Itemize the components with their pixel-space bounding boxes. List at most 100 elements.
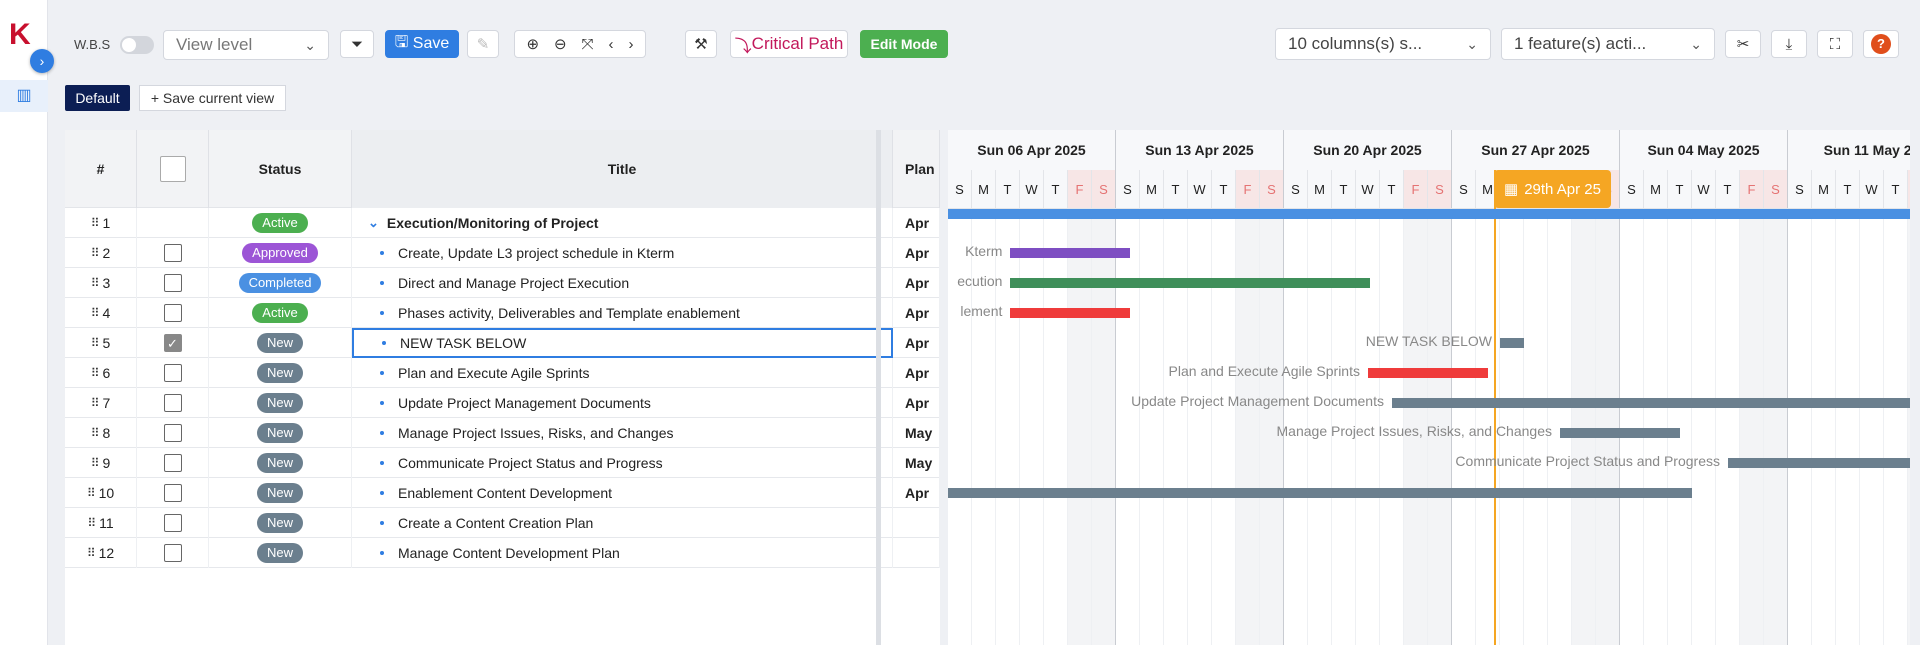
row-checkbox[interactable] [163, 274, 182, 292]
row-checkbox[interactable]: ✓ [163, 334, 182, 352]
header-plan[interactable]: Plan [893, 130, 940, 208]
table-row[interactable]: ⠿ 2 Approved Create, Update L3 project sche… [65, 238, 940, 268]
auto-schedule-button[interactable]: ⚒ [685, 30, 717, 58]
gantt-bar[interactable] [1392, 398, 1910, 408]
select-all-checkbox[interactable] [159, 156, 186, 182]
gantt-bar[interactable] [1010, 248, 1131, 258]
today-marker[interactable]: ▦ 29th Apr 25 [1494, 170, 1611, 208]
gantt-bar[interactable] [1728, 458, 1910, 468]
plan-cell[interactable]: May [893, 418, 940, 448]
drag-handle-icon[interactable]: ⠿ [91, 246, 100, 260]
plan-cell[interactable]: Apr [893, 298, 940, 328]
edit-mode-button[interactable]: Edit Mode [860, 30, 948, 58]
plan-cell[interactable]: Apr [893, 268, 940, 298]
title-cell[interactable]: Direct and Manage Project Execution [352, 268, 893, 298]
header-status[interactable]: Status [209, 130, 352, 208]
edit-button[interactable]: ✎ [467, 30, 499, 58]
gantt-bar[interactable] [1368, 368, 1488, 378]
title-cell[interactable]: Enablement Content Development [352, 478, 893, 508]
help-button[interactable]: ? [1863, 30, 1899, 58]
row-checkbox[interactable] [163, 454, 182, 472]
board-nav-icon[interactable]: ▥ [0, 80, 48, 112]
header-num[interactable]: # [65, 130, 137, 208]
features-select[interactable]: 1 feature(s) acti... ⌄ [1501, 28, 1715, 60]
gantt-bar[interactable] [948, 488, 1692, 498]
title-cell[interactable]: Communicate Project Status and Progress [352, 448, 893, 478]
chevron-down-icon[interactable]: ⌄ [368, 215, 379, 231]
row-checkbox[interactable] [163, 244, 182, 262]
status-badge[interactable]: Active [252, 213, 308, 233]
drag-handle-icon[interactable]: ⠿ [91, 366, 100, 380]
gantt-bar[interactable] [1500, 338, 1524, 348]
title-cell[interactable]: Create, Update L3 project schedule in Kt… [352, 238, 893, 268]
splitter-handle[interactable] [876, 130, 881, 645]
status-badge[interactable]: New [256, 453, 303, 473]
chevron-left-icon[interactable]: ‹ [609, 36, 614, 53]
status-badge[interactable]: New [256, 363, 303, 383]
drag-handle-icon[interactable]: ⠿ [91, 336, 100, 350]
drag-handle-icon[interactable]: ⠿ [91, 276, 100, 290]
table-row[interactable]: ⠿ 10 New Enablement Content Development Apr [65, 478, 940, 508]
status-badge[interactable]: Completed [238, 273, 322, 293]
plan-cell[interactable] [893, 508, 940, 538]
table-row[interactable]: ⠿ 7 New Update Project Management Documents… [65, 388, 940, 418]
title-cell[interactable]: NEW TASK BELOW [352, 328, 893, 358]
critical-path-button[interactable]: ⤵ Critical Path [730, 30, 848, 58]
plan-cell[interactable]: Apr [893, 388, 940, 418]
table-row[interactable]: ⠿ 4 Active Phases activity, Deliverables an… [65, 298, 940, 328]
filter-button[interactable]: ⏷ [340, 30, 374, 58]
row-checkbox[interactable] [163, 484, 182, 502]
save-button[interactable]: 🖫 Save [385, 30, 459, 58]
zoom-in-icon[interactable]: ⊕ [526, 35, 539, 53]
status-badge[interactable]: New [256, 483, 303, 503]
expand-sidebar-button[interactable]: › [30, 49, 54, 73]
plan-cell[interactable] [893, 538, 940, 568]
row-checkbox[interactable] [163, 514, 182, 532]
table-row[interactable]: ⠿ 1 Active ⌄ Execution/Monitoring of Project… [65, 208, 940, 238]
table-row[interactable]: ⠿ 3 Completed Direct and Manage Project Exe… [65, 268, 940, 298]
table-row[interactable]: ⠿ 6 New Plan and Execute Agile Sprints Apr [65, 358, 940, 388]
title-cell[interactable]: ⌄ Execution/Monitoring of Project [352, 208, 893, 238]
wbs-toggle[interactable] [120, 36, 154, 54]
plan-cell[interactable]: Apr [893, 328, 940, 358]
drag-handle-icon[interactable]: ⠿ [87, 516, 96, 530]
status-badge[interactable]: New [256, 543, 303, 563]
view-level-select[interactable]: View level ⌄ [163, 30, 329, 60]
table-row[interactable]: ⠿ 5 ✓ New NEW TASK BELOW Apr [65, 328, 940, 358]
drag-handle-icon[interactable]: ⠿ [91, 306, 100, 320]
plan-cell[interactable]: Apr [893, 358, 940, 388]
status-badge[interactable]: New [256, 333, 303, 353]
title-cell[interactable]: Create a Content Creation Plan [352, 508, 893, 538]
gantt-bar[interactable] [948, 209, 1910, 219]
row-checkbox[interactable] [163, 544, 182, 562]
table-row[interactable]: ⠿ 9 New Communicate Project Status and Prog… [65, 448, 940, 478]
plan-cell[interactable]: Apr [893, 238, 940, 268]
cut-button[interactable]: ✂ [1725, 30, 1761, 58]
save-current-view-button[interactable]: + Save current view [139, 85, 286, 111]
download-button[interactable]: ⤓ [1771, 30, 1807, 58]
title-cell[interactable]: Plan and Execute Agile Sprints [352, 358, 893, 388]
row-checkbox[interactable] [163, 424, 182, 442]
title-cell[interactable]: Update Project Management Documents [352, 388, 893, 418]
fullscreen-button[interactable]: ⛶ [1817, 30, 1853, 58]
status-badge[interactable]: New [256, 423, 303, 443]
status-badge[interactable]: New [256, 393, 303, 413]
drag-handle-icon[interactable]: ⠿ [87, 546, 96, 560]
chevron-right-icon[interactable]: › [628, 36, 633, 53]
status-badge[interactable]: New [256, 513, 303, 533]
gantt-bar[interactable] [1010, 278, 1371, 288]
zoom-out-icon[interactable]: ⊖ [554, 35, 567, 53]
title-cell[interactable]: Manage Content Development Plan [352, 538, 893, 568]
row-checkbox[interactable] [163, 364, 182, 382]
plan-cell[interactable]: Apr [893, 208, 940, 238]
drag-handle-icon[interactable]: ⠿ [87, 486, 96, 500]
plan-cell[interactable]: May [893, 448, 940, 478]
title-cell[interactable]: Phases activity, Deliverables and Templa… [352, 298, 893, 328]
drag-handle-icon[interactable]: ⠿ [91, 216, 100, 230]
columns-select[interactable]: 10 columns(s) s... ⌄ [1275, 28, 1491, 60]
table-row[interactable]: ⠿ 11 New Create a Content Creation Plan [65, 508, 940, 538]
header-title[interactable]: Title [352, 130, 893, 208]
drag-handle-icon[interactable]: ⠿ [91, 426, 100, 440]
status-badge[interactable]: Approved [242, 243, 318, 263]
row-checkbox[interactable] [163, 304, 182, 322]
